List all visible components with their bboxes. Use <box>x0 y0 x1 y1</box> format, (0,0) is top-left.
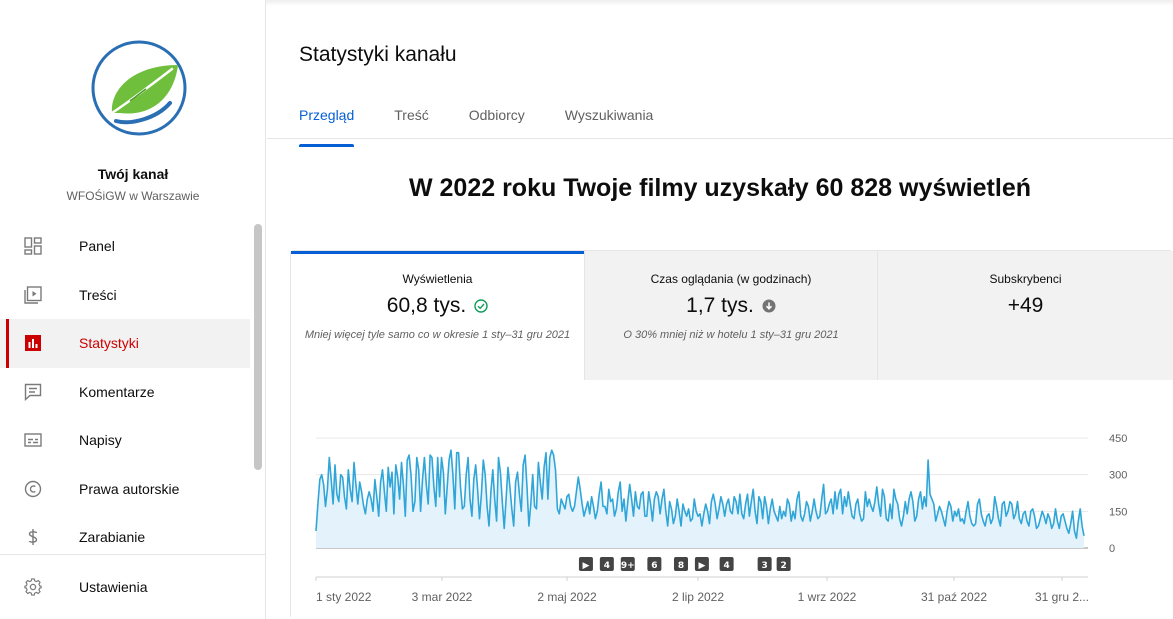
chart-event-marker-label: 4 <box>604 561 610 571</box>
subtitles-icon <box>23 430 43 450</box>
sidebar-item-label: Zarabianie <box>79 529 146 546</box>
chart-event-marker-label: 4 <box>723 561 729 571</box>
tab-content[interactable]: Treść <box>394 107 428 147</box>
metric-label: Subskrybenci <box>989 272 1062 286</box>
chart-xtick-label: 1 wrz 2022 <box>798 590 857 604</box>
sidebar-item-content[interactable]: Treści <box>0 271 250 320</box>
sidebar-scrollbar[interactable] <box>254 224 262 470</box>
sidebar-item-label: Statystyki <box>79 335 139 352</box>
sidebar: Twój kanał WFOŚiGW w Warszawie Panel Tre… <box>0 0 266 619</box>
metric-value: 60,8 tys. <box>291 294 584 318</box>
chart-event-marker-label: 9+ <box>621 561 635 571</box>
page-title: Statystyki kanału <box>299 43 457 66</box>
tab-research[interactable]: Wyszukiwania <box>565 107 654 147</box>
views-chart[interactable]: 450 300 150 0 ▶ 4 9+ 6 8 ▶ 4 3 2 1 sty 2022 3 mar 2022… <box>291 380 1173 619</box>
chart-ytick-label: 450 <box>1109 433 1127 445</box>
sidebar-settings: Ustawienia <box>0 563 250 612</box>
sidebar-item-analytics[interactable]: Statystyki <box>0 319 250 368</box>
metric-label: Wyświetlenia <box>402 272 473 286</box>
channel-subtitle: WFOŚiGW w Warszawie <box>66 189 200 203</box>
metric-value-text: 60,8 tys. <box>386 294 467 317</box>
sidebar-item-label: Panel <box>79 238 115 255</box>
chart-ytick-label: 0 <box>1109 543 1115 555</box>
metric-value-text: +49 <box>1007 294 1044 317</box>
summary-headline: W 2022 roku Twoje filmy uzyskały 60 828 … <box>408 174 1032 202</box>
chart-area <box>316 450 1084 548</box>
metric-note: Mniej więcej tyle samo co w okresie 1 st… <box>304 329 571 341</box>
sidebar-item-label: Komentarze <box>79 383 155 400</box>
metric-views[interactable]: Wyświetlenia 60,8 tys. Mniej więcej tyle… <box>291 251 584 380</box>
sidebar-item-label: Ustawienia <box>79 579 148 596</box>
tabs: Przegląd Treść Odbiorcy Wyszukiwania <box>299 107 693 147</box>
sidebar-nav: Panel Treści Statystyki Komentarze Napis… <box>0 222 250 562</box>
analytics-icon <box>23 333 43 353</box>
divider <box>0 554 266 555</box>
chart-ytick-label: 150 <box>1109 506 1127 518</box>
chart-xtick-label: 2 lip 2022 <box>672 590 724 604</box>
tab-audience[interactable]: Odbiorcy <box>469 107 525 147</box>
sidebar-item-label: Treści <box>79 286 117 303</box>
sidebar-item-label: Napisy <box>79 432 122 449</box>
check-circle-icon <box>474 299 488 313</box>
dollar-icon <box>23 527 43 547</box>
chart-event-marker-label: 8 <box>678 561 684 571</box>
dashboard-icon <box>23 236 43 256</box>
chart-event-marker-label: ▶ <box>582 561 589 571</box>
metric-value-text: 1,7 tys. <box>686 294 754 317</box>
views-chart-svg: 450 300 150 0 ▶ 4 9+ 6 8 ▶ 4 3 2 1 sty 2022 3 mar 2022… <box>315 433 1127 604</box>
chart-xtick-label: 3 mar 2022 <box>412 590 473 604</box>
chart-event-marker-label: 3 <box>762 561 768 571</box>
arrow-down-circle-icon <box>762 299 776 313</box>
sidebar-item-settings[interactable]: Ustawienia <box>0 563 250 612</box>
chart-xtick-label: 2 maj 2022 <box>537 590 597 604</box>
metric-label: Czas oglądania (w godzinach) <box>650 272 812 286</box>
tabs-divider <box>267 138 1173 139</box>
chart-xtick-label: 31 gru 2... <box>1035 590 1089 604</box>
chart-xtick-label: 1 sty 2022 <box>316 590 372 604</box>
chart-event-marker-label: 2 <box>781 561 787 571</box>
channel-title: Twój kanał <box>97 166 169 182</box>
analytics-card: Wyświetlenia 60,8 tys. Mniej więcej tyle… <box>290 250 1173 619</box>
main-content: Statystyki kanału Przegląd Treść Odbiorc… <box>267 0 1173 619</box>
metric-watch-time[interactable]: Czas oglądania (w godzinach) 1,7 tys. O … <box>584 251 877 380</box>
sidebar-item-copyright[interactable]: Prawa autorskie <box>0 465 250 514</box>
metric-note: O 30% mniej niż w hotelu 1 sty–31 gru 20… <box>623 329 839 341</box>
tab-overview[interactable]: Przegląd <box>299 107 355 147</box>
metric-tabs: Wyświetlenia 60,8 tys. Mniej więcej tyle… <box>291 251 1173 380</box>
chart-event-marker-label: 6 <box>651 561 657 571</box>
metric-value: 1,7 tys. <box>585 294 877 318</box>
gear-icon <box>23 577 43 597</box>
sidebar-item-label: Prawa autorskie <box>79 480 180 497</box>
metric-value: +49 <box>878 294 1173 318</box>
metric-subscribers[interactable]: Subskrybenci +49 <box>877 251 1173 380</box>
chart-ytick-label: 300 <box>1109 470 1127 482</box>
copyright-icon <box>23 479 43 499</box>
leaf-logo-icon <box>91 40 187 136</box>
sidebar-item-panel[interactable]: Panel <box>0 222 250 271</box>
sidebar-item-comments[interactable]: Komentarze <box>0 368 250 417</box>
chart-event-marker-label: ▶ <box>698 561 705 571</box>
comments-icon <box>23 382 43 402</box>
sidebar-item-subtitles[interactable]: Napisy <box>0 416 250 465</box>
content-icon <box>23 285 43 305</box>
chart-xtick-label: 31 paź 2022 <box>921 590 987 604</box>
channel-avatar[interactable] <box>90 39 188 137</box>
